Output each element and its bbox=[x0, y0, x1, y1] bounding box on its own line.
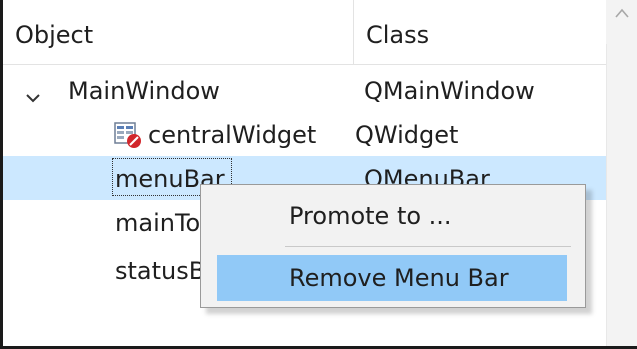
menu-item-label: Promote to ... bbox=[289, 202, 452, 230]
column-header-object[interactable]: Object bbox=[15, 0, 93, 64]
menu-item-promote[interactable]: Promote to ... bbox=[217, 193, 567, 239]
object-name: MainWindow bbox=[68, 77, 220, 105]
scroll-up-button[interactable] bbox=[606, 0, 637, 44]
context-menu: Promote to ... Remove Menu Bar bbox=[200, 184, 586, 308]
tree-row-mainwindow[interactable]: MainWindow QMainWindow bbox=[3, 68, 606, 112]
object-name: centralWidget bbox=[148, 121, 317, 149]
frame-border-left bbox=[0, 0, 3, 349]
column-header-class[interactable]: Class bbox=[366, 0, 429, 64]
chevron-down-icon[interactable] bbox=[25, 82, 41, 110]
column-divider[interactable] bbox=[353, 0, 354, 64]
object-class: QWidget bbox=[355, 121, 459, 149]
chevron-up-icon bbox=[615, 8, 629, 18]
tree-row-centralwidget[interactable]: centralWidget QWidget bbox=[3, 112, 606, 156]
object-inspector: Object Class MainWindow QMainWindow cent… bbox=[0, 0, 637, 349]
menu-item-remove-menu-bar[interactable]: Remove Menu Bar bbox=[217, 255, 567, 301]
vertical-scrollbar[interactable] bbox=[606, 0, 637, 346]
object-class: QMainWindow bbox=[364, 77, 535, 105]
menu-separator bbox=[285, 246, 571, 247]
widget-icon bbox=[113, 120, 143, 156]
menu-item-label: Remove Menu Bar bbox=[289, 264, 509, 292]
column-header: Object Class bbox=[3, 0, 606, 65]
object-name: mainTo bbox=[115, 209, 201, 237]
